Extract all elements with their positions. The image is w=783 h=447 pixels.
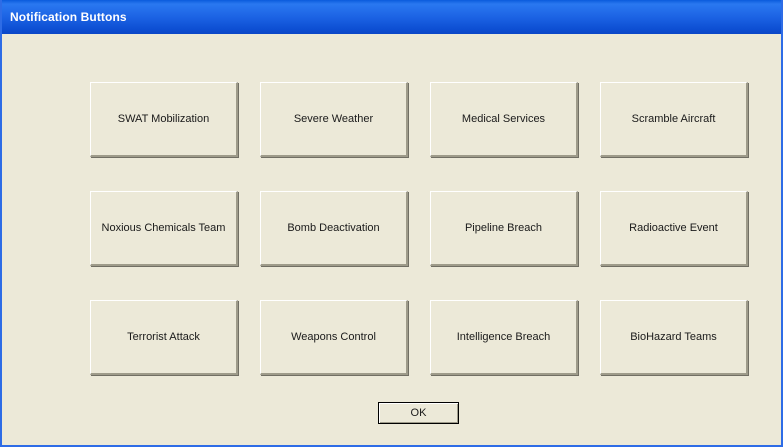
swat-mobilization-button[interactable]: SWAT Mobilization — [90, 82, 238, 157]
terrorist-attack-button[interactable]: Terrorist Attack — [90, 300, 238, 375]
severe-weather-button[interactable]: Severe Weather — [260, 82, 408, 157]
scramble-aircraft-button[interactable]: Scramble Aircraft — [600, 82, 748, 157]
radioactive-event-button[interactable]: Radioactive Event — [600, 191, 748, 266]
biohazard-teams-button[interactable]: BioHazard Teams — [600, 300, 748, 375]
intelligence-breach-button[interactable]: Intelligence Breach — [430, 300, 578, 375]
pipeline-breach-button[interactable]: Pipeline Breach — [430, 191, 578, 266]
bomb-deactivation-button[interactable]: Bomb Deactivation — [260, 191, 408, 266]
medical-services-button[interactable]: Medical Services — [430, 82, 578, 157]
noxious-chemicals-team-button[interactable]: Noxious Chemicals Team — [90, 191, 238, 266]
window-title: Notification Buttons — [10, 10, 127, 24]
notification-dialog: Notification Buttons SWAT Mobilization S… — [0, 0, 783, 447]
weapons-control-button[interactable]: Weapons Control — [260, 300, 408, 375]
ok-button[interactable]: OK — [378, 402, 459, 424]
title-bar[interactable]: Notification Buttons — [2, 0, 781, 34]
